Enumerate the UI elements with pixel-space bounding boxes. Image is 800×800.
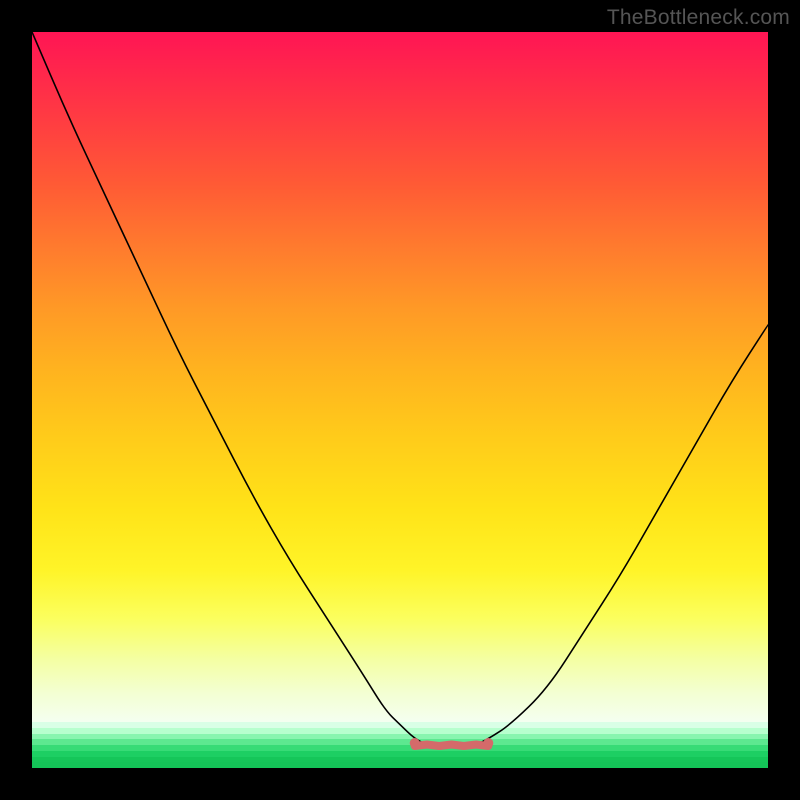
attribution-label: TheBottleneck.com (607, 6, 790, 30)
minimum-marker-dot-right (483, 738, 493, 748)
minimum-marker-dot-left (410, 738, 420, 748)
plot-area (32, 32, 768, 768)
bottleneck-curve (32, 32, 768, 746)
chart-frame: TheBottleneck.com (0, 0, 800, 800)
minimum-marker (415, 745, 489, 747)
curve-layer (32, 32, 768, 768)
